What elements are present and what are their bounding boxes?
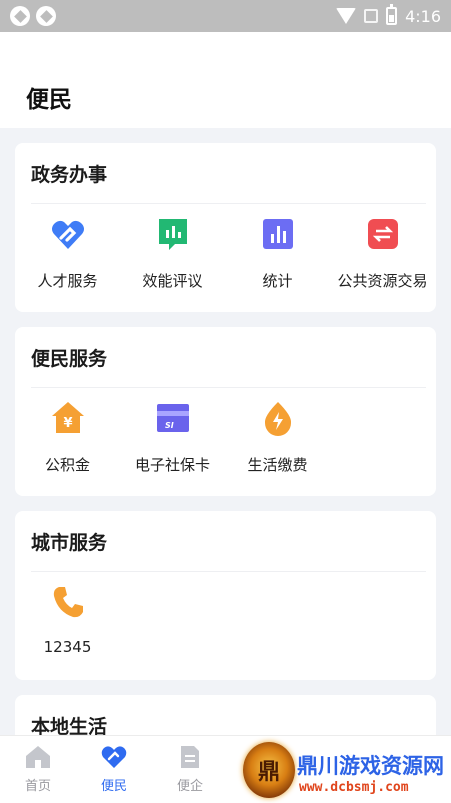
section-citizen-services: 便民服务 ¥ 公积金 SI 电子社保卡 生活缴费 xyxy=(15,327,436,496)
section-city-services: 城市服务 12345 xyxy=(15,511,436,680)
talent-service-button[interactable]: 人才服务 xyxy=(15,216,120,291)
home-icon xyxy=(26,746,50,768)
page-title: 便民 xyxy=(26,87,72,113)
hotline-phone-icon xyxy=(50,584,86,620)
no-sim-icon xyxy=(364,9,379,23)
divider xyxy=(31,387,426,388)
tab-home[interactable]: 首页 xyxy=(0,736,76,803)
tab-bianmin[interactable]: 便民 xyxy=(76,736,152,803)
watermark-text: 鼎川游戏资源网 xyxy=(297,754,444,778)
statistics-button[interactable]: 统计 xyxy=(225,216,330,291)
utility-payment-button[interactable]: 生活缴费 xyxy=(225,400,330,475)
utility-payment-icon xyxy=(260,400,296,436)
resource-trade-button[interactable]: 公共资源交易 xyxy=(330,216,435,291)
tab-label: 首页 xyxy=(24,779,51,794)
divider xyxy=(31,571,426,572)
status-bar: 4:16 xyxy=(0,0,451,32)
tile-label: 人才服务 xyxy=(37,272,98,290)
section-title: 便民服务 xyxy=(31,348,108,370)
battery-icon xyxy=(386,4,398,25)
heart-icon xyxy=(101,746,127,768)
efficiency-review-icon xyxy=(155,216,191,252)
section-title: 政务办事 xyxy=(31,164,108,186)
status-time: 4:16 xyxy=(405,6,441,26)
resource-trade-icon xyxy=(365,216,401,252)
svg-text:¥: ¥ xyxy=(63,416,72,431)
tab-label: 便企 xyxy=(176,779,203,794)
watermark: 鼎 鼎川游戏资源网 www.dcbsmj.com xyxy=(239,740,451,803)
social-security-card-icon: SI xyxy=(155,400,191,436)
watermark-url: www.dcbsmj.com xyxy=(299,780,409,795)
notification-icon xyxy=(10,6,30,26)
notification-icon xyxy=(36,6,56,26)
tile-label: 12345 xyxy=(43,638,92,656)
efficiency-review-button[interactable]: 效能评议 xyxy=(120,216,225,291)
tile-label: 公积金 xyxy=(44,456,90,474)
wifi-icon xyxy=(336,8,357,24)
section-government-affairs: 政务办事 人才服务 效能评议 统计 公共资源交易 xyxy=(15,143,436,312)
divider xyxy=(31,203,426,204)
tile-label: 公共资源交易 xyxy=(337,272,428,290)
hotline-12345-button[interactable]: 12345 xyxy=(15,584,120,656)
tab-label: 便民 xyxy=(100,779,127,794)
document-icon xyxy=(181,746,199,768)
svg-text:SI: SI xyxy=(165,421,174,430)
watermark-logo: 鼎 xyxy=(243,742,295,798)
tile-label: 电子社保卡 xyxy=(134,456,210,474)
tab-bianqi[interactable]: 便企 xyxy=(152,736,228,803)
statistics-icon xyxy=(260,216,296,252)
tile-label: 统计 xyxy=(262,272,293,290)
talent-service-icon xyxy=(50,216,86,252)
tile-label: 生活缴费 xyxy=(247,456,308,474)
section-title: 城市服务 xyxy=(31,532,108,554)
housing-fund-button[interactable]: ¥ 公积金 xyxy=(15,400,120,475)
tile-label: 效能评议 xyxy=(142,272,203,290)
housing-fund-icon: ¥ xyxy=(50,400,86,436)
social-security-card-button[interactable]: SI 电子社保卡 xyxy=(120,400,225,475)
